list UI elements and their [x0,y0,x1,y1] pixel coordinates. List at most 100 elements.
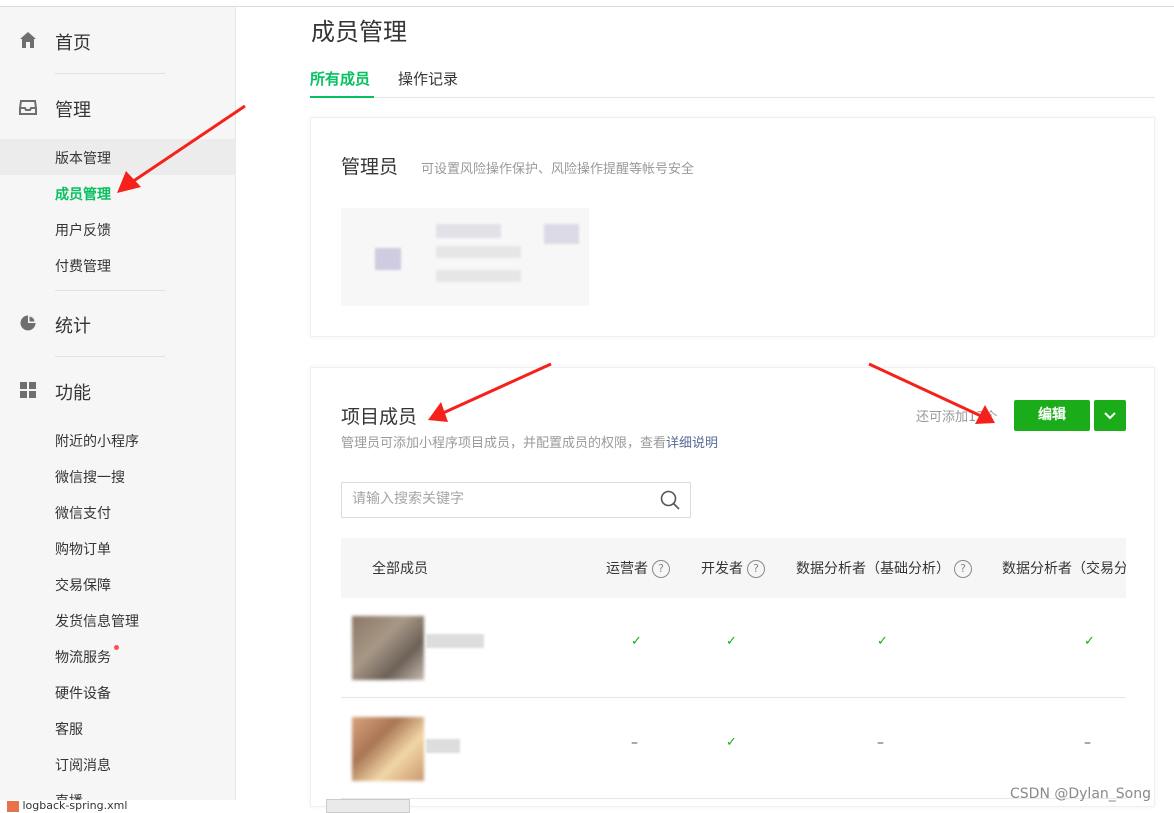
inbox-icon [19,100,37,115]
sidebar-item-trade-guarantee[interactable]: 交易保障 [0,566,236,602]
divider [55,356,165,357]
sidebar-section-features[interactable]: 功能 [0,373,236,407]
sidebar-item-label: 客服 [55,722,83,738]
admin-card: 管理员 可设置风险操作保护、风险操作提醒等帐号安全 [310,117,1155,337]
search-input[interactable] [352,491,652,507]
column-data-analyst-trade: 数据分析者（交易分 [1002,561,1126,577]
blurred-text [436,246,521,258]
operator-dash: – [631,735,638,751]
column-developer: 开发者? [701,558,765,578]
sidebar-item-search[interactable]: 微信搜一搜 [0,458,236,494]
divider [55,73,165,74]
watermark: CSDN @Dylan_Song [1010,786,1151,802]
column-operator: 运营者? [606,558,670,578]
sidebar-item-label: 版本管理 [55,151,111,167]
sidebar-section-stats[interactable]: 统计 [0,306,236,340]
sidebar-item-label: 成员管理 [55,187,111,203]
search-icon[interactable] [660,490,680,510]
divider [55,290,165,291]
analyst-basic-check: ✓ [877,634,888,649]
sidebar-item-feedback[interactable]: 用户反馈 [0,211,236,247]
sidebar-item-label: 交易保障 [55,578,111,594]
sidebar-item-label: 付费管理 [55,259,111,275]
notification-dot [114,645,119,650]
developer-check: ✓ [726,735,737,750]
sidebar-item-logistics[interactable]: 物流服务 [0,638,236,674]
tab-all-members[interactable]: 所有成员 [310,68,374,98]
sidebar-item-label: 物流服务 [55,650,111,666]
blurred-text [544,224,579,244]
sidebar-item-hardware[interactable]: 硬件设备 [0,674,236,710]
edit-button[interactable]: 编辑 [1014,400,1090,431]
detail-link[interactable]: 详细说明 [666,436,718,451]
taskbar-tab[interactable] [326,799,410,813]
admin-profile [341,208,589,306]
admin-card-title: 管理员 [341,156,399,178]
table-row[interactable]: – ✓ – – [341,699,1126,799]
members-card-title: 项目成员 [341,406,418,428]
admin-card-desc: 可设置风险操作保护、风险操作提醒等帐号安全 [421,162,695,177]
sidebar-item-shipping-info[interactable]: 发货信息管理 [0,602,236,638]
sidebar-item-members[interactable]: 成员管理 [0,175,236,211]
blurred-name [426,739,460,753]
sidebar-item-label: 用户反馈 [55,223,111,239]
sidebar-section-home[interactable]: 首页 [0,23,236,57]
more-dropdown-button[interactable] [1094,400,1126,431]
avatar [352,717,424,781]
table-row[interactable]: ✓ ✓ ✓ ✓ [341,598,1126,698]
help-icon[interactable]: ? [652,560,670,578]
members-card: 项目成员 管理员可添加小程序项目成员，并配置成员的权限，查看详细说明 还可添加1… [310,367,1155,807]
members-desc-text: 管理员可添加小程序项目成员，并配置成员的权限，查看 [341,436,667,451]
blurred-name [426,634,484,648]
file-name: logback-spring.xml [22,799,128,812]
members-table-header: 全部成员 运营者? 开发者? 数据分析者（基础分析）? 数据分析者（交易分 [341,538,1126,598]
sidebar-item-label: 硬件设备 [55,686,111,702]
help-icon[interactable]: ? [954,560,972,578]
blurred-text [436,224,501,238]
sidebar-item-version[interactable]: 版本管理 [0,139,236,175]
chevron-down-icon [1104,412,1116,420]
avatar [352,616,424,680]
sidebar-item-label: 发货信息管理 [55,614,139,630]
sidebar-item-wechat-pay[interactable]: 微信支付 [0,494,236,530]
analyst-trade-check: ✓ [1084,634,1095,649]
grid-icon [20,382,36,398]
search-field[interactable] [341,482,691,518]
sidebar-item-label: 附近的小程序 [55,434,139,450]
sidebar-section-manage[interactable]: 管理 [0,90,236,124]
sidebar-item-payment[interactable]: 付费管理 [0,247,236,283]
sidebar-section-label: 功能 [55,383,91,404]
operator-check: ✓ [631,634,642,649]
analyst-basic-dash: – [877,735,884,751]
column-label: 运营者 [606,561,648,577]
sidebar-item-label: 微信支付 [55,506,111,522]
sidebar-item-label: 微信搜一搜 [55,470,125,486]
open-file-tab[interactable]: logback-spring.xml [0,799,236,813]
home-icon [20,32,36,48]
sidebar-item-label: 订阅消息 [55,758,111,774]
remaining-count: 还可添加13个 [916,410,998,425]
developer-check: ✓ [726,634,737,649]
tab-operation-log[interactable]: 操作记录 [398,68,458,98]
sidebar-section-label: 首页 [55,33,91,54]
pie-chart-icon [20,315,36,331]
sidebar-section-label: 管理 [55,100,91,121]
sidebar-item-label: 购物订单 [55,542,111,558]
column-label: 数据分析者（基础分析） [796,561,950,577]
column-data-analyst-basic: 数据分析者（基础分析）? [796,558,972,578]
page-title: 成员管理 [311,18,407,46]
sidebar-item-orders[interactable]: 购物订单 [0,530,236,566]
help-icon[interactable]: ? [747,560,765,578]
members-card-desc: 管理员可添加小程序项目成员，并配置成员的权限，查看详细说明 [341,432,718,451]
admin-avatar [375,248,401,270]
sidebar-item-live[interactable]: 直播 [0,782,236,800]
analyst-trade-dash: – [1084,735,1091,751]
column-all-members: 全部成员 [372,561,428,577]
sidebar-section-label: 统计 [55,316,91,337]
sidebar-item-customer-service[interactable]: 客服 [0,710,236,746]
blurred-text [436,270,521,282]
sidebar-item-nearby[interactable]: 附近的小程序 [0,422,236,458]
xml-file-icon [7,800,19,812]
sidebar-item-subscribe[interactable]: 订阅消息 [0,746,236,782]
sidebar: 首页 管理 版本管理 成员管理 用户反馈 付费管理 统计 功能 附近的小程序 微… [0,7,236,800]
